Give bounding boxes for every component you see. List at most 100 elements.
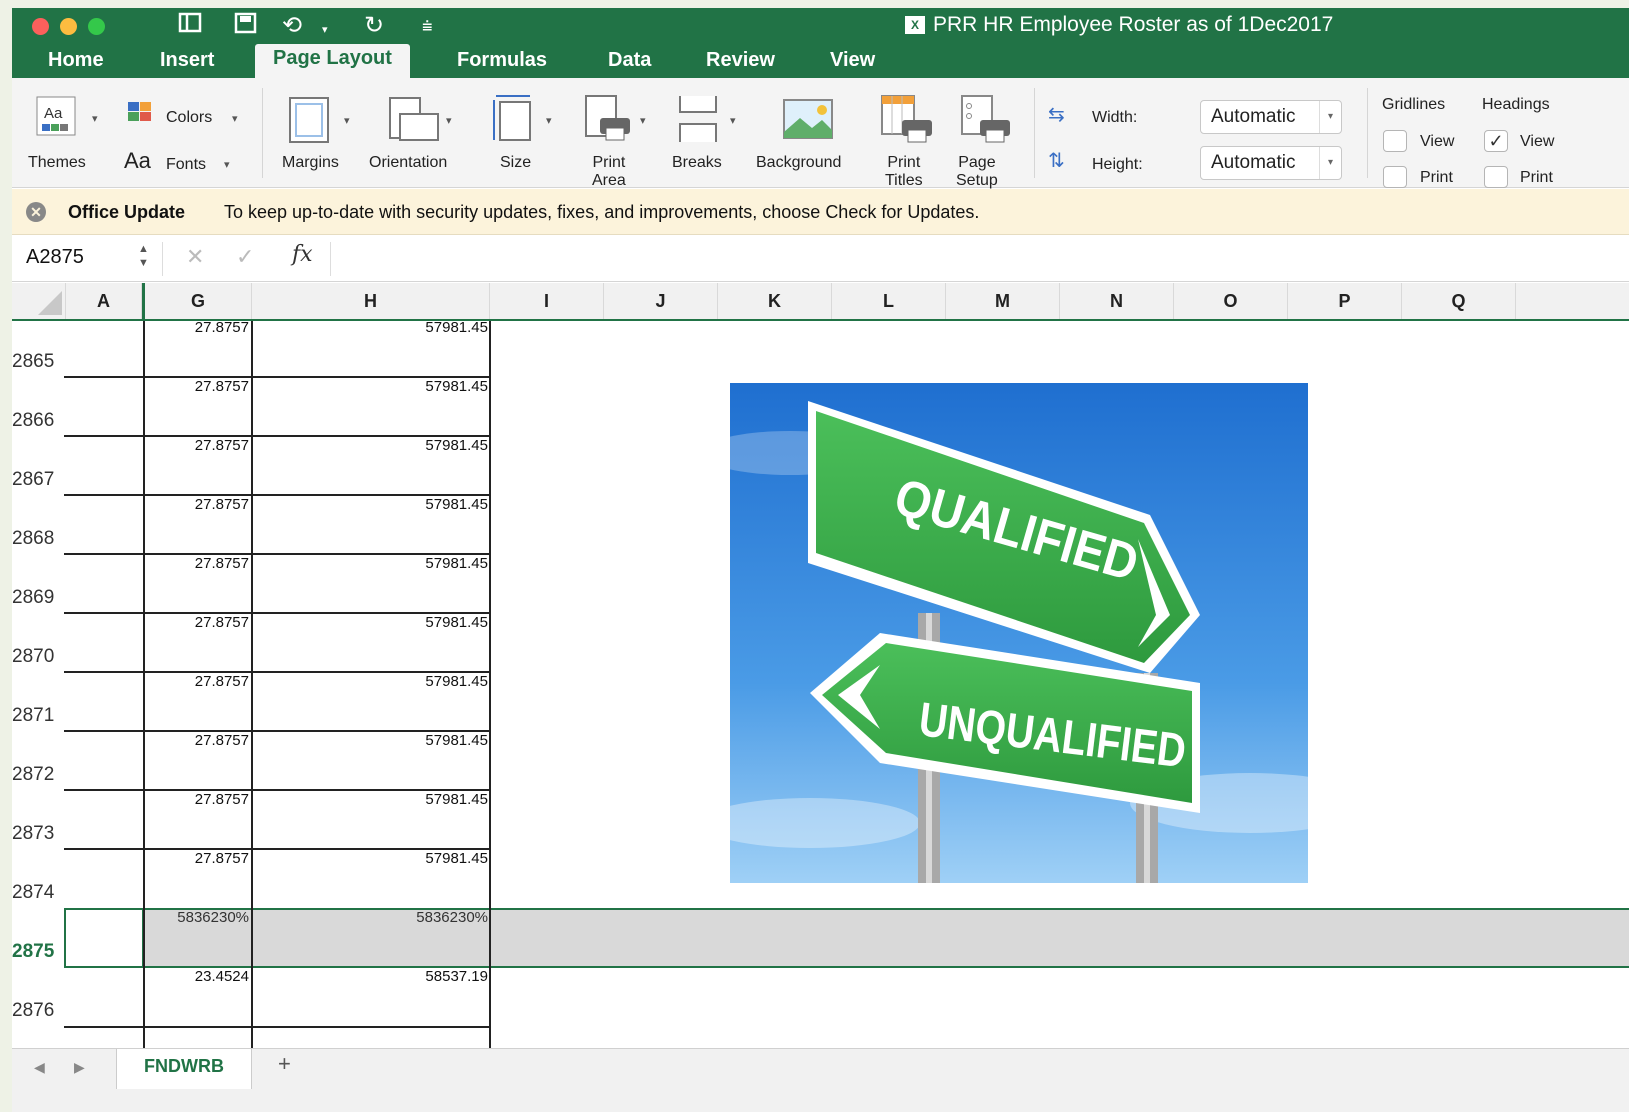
tab-insert[interactable]: Insert: [160, 46, 214, 80]
cell-h2870[interactable]: 57981.45: [252, 675, 488, 689]
row-header-2867[interactable]: 2867: [12, 469, 64, 491]
row-header-2865[interactable]: 2865: [12, 351, 64, 373]
cell-h2868[interactable]: 57981.45: [252, 557, 488, 571]
tab-formulas[interactable]: Formulas: [457, 46, 547, 80]
column-header-o[interactable]: O: [1174, 283, 1288, 319]
gridlines-view-label: View: [1420, 133, 1455, 150]
column-header-h[interactable]: H: [252, 283, 490, 319]
row-header-2876[interactable]: 2876: [12, 1000, 64, 1022]
headings-view-label: View: [1520, 133, 1555, 150]
cell-g2876[interactable]: 23.4524: [145, 970, 249, 984]
cell-g2866[interactable]: 27.8757: [145, 439, 249, 453]
sidebar-toggle-icon[interactable]: [178, 12, 202, 41]
redo-icon[interactable]: ↻: [364, 12, 384, 40]
cell-h2869[interactable]: 57981.45: [252, 616, 488, 630]
row-header-2869[interactable]: 2869: [12, 587, 64, 609]
cell-h2867[interactable]: 57981.45: [252, 498, 488, 512]
column-header-m[interactable]: M: [946, 283, 1060, 319]
name-box[interactable]: A2875: [26, 246, 84, 269]
column-header-j[interactable]: J: [604, 283, 718, 319]
select-all-corner[interactable]: [12, 283, 66, 319]
orientation-icon: [389, 97, 439, 141]
cell-g2865[interactable]: 27.8757: [145, 380, 249, 394]
active-cell-a2875[interactable]: [64, 908, 144, 968]
width-dropdown[interactable]: Automatic ▾: [1200, 100, 1342, 134]
cell-h2876[interactable]: 58537.19: [252, 970, 488, 984]
row-header-2872[interactable]: 2872: [12, 764, 64, 786]
tab-review[interactable]: Review: [706, 46, 775, 80]
column-header-k[interactable]: K: [718, 283, 832, 319]
separator: [162, 242, 163, 276]
column-header-a[interactable]: A: [66, 283, 142, 319]
embedded-picture-qualified-unqualified[interactable]: QUALIFIED UNQUALIFIED: [730, 383, 1308, 883]
height-dropdown[interactable]: Automatic ▾: [1200, 146, 1342, 180]
cell-h2875[interactable]: 5836230%: [252, 911, 488, 925]
signpost-image: QUALIFIED UNQUALIFIED: [730, 383, 1308, 883]
cell-h2873[interactable]: 57981.45: [252, 852, 488, 866]
excel-file-icon: X: [905, 16, 925, 34]
column-header-n[interactable]: N: [1060, 283, 1174, 319]
cell-h2866[interactable]: 57981.45: [252, 439, 488, 453]
cell-g2872[interactable]: 27.8757: [145, 793, 249, 807]
undo-icon[interactable]: ⟲: [282, 12, 302, 40]
sheet-tab-bar: ◀ ▶ FNDWRB +: [12, 1048, 1629, 1112]
cell-g2867[interactable]: 27.8757: [145, 498, 249, 512]
undo-menu-chevron-icon[interactable]: ▾: [322, 16, 328, 44]
column-header-l[interactable]: L: [832, 283, 946, 319]
row-border: [64, 730, 490, 732]
next-sheet-icon[interactable]: ▶: [74, 1059, 85, 1076]
headings-view-checkbox[interactable]: ✓: [1484, 130, 1508, 152]
gridlines-print-checkbox[interactable]: [1383, 166, 1407, 188]
ribbon-separator: [1034, 88, 1035, 178]
tab-data[interactable]: Data: [608, 46, 651, 80]
customize-toolbar-icon[interactable]: ⩧: [422, 12, 433, 40]
ribbon-separator: [262, 88, 263, 178]
column-header-p[interactable]: P: [1288, 283, 1402, 319]
margins-chevron-down-icon: ▾: [344, 115, 350, 127]
row-border: [64, 435, 490, 437]
headings-print-checkbox[interactable]: [1484, 166, 1508, 188]
sheet-tab-fndwrb[interactable]: FNDWRB: [116, 1049, 252, 1089]
previous-sheet-icon[interactable]: ◀: [34, 1059, 45, 1076]
confirm-entry-icon[interactable]: ✓: [236, 244, 254, 270]
cell-g2870[interactable]: 27.8757: [145, 675, 249, 689]
row-header-2873[interactable]: 2873: [12, 823, 64, 845]
add-sheet-button[interactable]: +: [278, 1051, 291, 1077]
cell-g2864[interactable]: 27.8757: [145, 321, 249, 335]
cell-g2869[interactable]: 27.8757: [145, 616, 249, 630]
save-icon[interactable]: [234, 12, 258, 41]
name-box-stepper-icon[interactable]: ▲ ▼: [138, 242, 149, 270]
column-header-g[interactable]: G: [145, 283, 252, 319]
print-titles-icon: [881, 95, 932, 143]
cell-g2868[interactable]: 27.8757: [145, 557, 249, 571]
print-area-label: Print Area: [592, 154, 626, 189]
tab-view[interactable]: View: [830, 46, 875, 80]
row-header-2866[interactable]: 2866: [12, 410, 64, 432]
row-header-2874[interactable]: 2874: [12, 882, 64, 904]
cell-h2872[interactable]: 57981.45: [252, 793, 488, 807]
insert-function-icon[interactable]: fx: [292, 242, 313, 267]
cell-h2865[interactable]: 57981.45: [252, 380, 488, 394]
close-window-button[interactable]: [32, 18, 49, 35]
gridlines-view-checkbox[interactable]: [1383, 130, 1407, 152]
cell-g2875[interactable]: 5836230%: [145, 911, 249, 925]
row-header-2868[interactable]: 2868: [12, 528, 64, 550]
cell-h2864[interactable]: 57981.45: [252, 321, 488, 335]
row-header-2871[interactable]: 2871: [12, 705, 64, 727]
dismiss-message-close-icon[interactable]: ✕: [26, 202, 46, 222]
cell-g2871[interactable]: 27.8757: [145, 734, 249, 748]
minimize-window-button[interactable]: [60, 18, 77, 35]
cell-g2873[interactable]: 27.8757: [145, 852, 249, 866]
cancel-entry-icon[interactable]: ✕: [186, 244, 204, 270]
cell-h2871[interactable]: 57981.45: [252, 734, 488, 748]
row-header-2870[interactable]: 2870: [12, 646, 64, 668]
row-border: [64, 376, 490, 378]
column-header-i[interactable]: I: [490, 283, 604, 319]
worksheet-grid[interactable]: 27.8757 57981.45 2865 27.8757 57981.45 2…: [12, 321, 1629, 1048]
zoom-window-button[interactable]: [88, 18, 105, 35]
themes-label: Themes: [28, 154, 86, 171]
formula-input[interactable]: [336, 236, 1626, 282]
row-header-2875[interactable]: 2875: [12, 941, 64, 963]
column-header-q[interactable]: Q: [1402, 283, 1516, 319]
tab-home[interactable]: Home: [48, 46, 104, 80]
